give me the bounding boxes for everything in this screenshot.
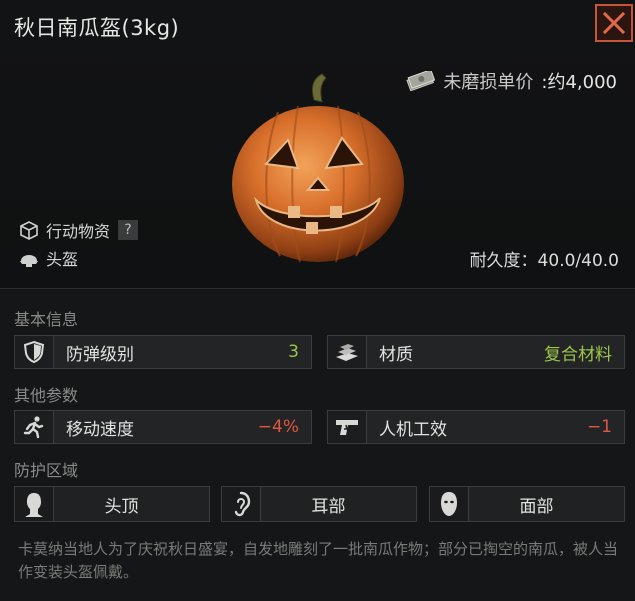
item-title: 秋日南瓜盔(3kg) bbox=[14, 16, 180, 40]
item-description: 卡莫纳当地人为了庆祝秋日盛宴，自发地雕刻了一批南瓜作物；部分已掏空的南瓜，被人当… bbox=[18, 540, 619, 581]
section-other-params: 其他参数 bbox=[14, 386, 79, 405]
stat-value: 3 bbox=[288, 342, 299, 362]
close-icon bbox=[603, 12, 625, 34]
stat-armor-class[interactable]: 防弹级别 3 bbox=[14, 335, 312, 369]
zone-name: 头顶 bbox=[104, 496, 139, 517]
stat-value: 复合材料 bbox=[544, 344, 612, 365]
stat-move-speed[interactable]: 移动速度 −4% bbox=[14, 410, 312, 444]
type-tag: 头盔 bbox=[18, 246, 78, 270]
item-detail-panel: 秋日南瓜盔(3kg) 未磨损单价 :约4,000 行动物资 ? 头盔 耐久度：4… bbox=[0, 0, 635, 601]
zone-face[interactable]: 面部 bbox=[429, 486, 625, 522]
stat-name: 材质 bbox=[379, 344, 413, 365]
section-protection-zone: 防护区域 bbox=[14, 461, 79, 480]
zone-name: 面部 bbox=[519, 496, 554, 517]
close-button[interactable] bbox=[595, 4, 633, 42]
ear-icon bbox=[234, 491, 251, 517]
section-basic-info: 基本信息 bbox=[14, 310, 79, 329]
durability-text: 耐久度：40.0/40.0 bbox=[469, 251, 619, 271]
face-icon bbox=[441, 492, 457, 516]
price-row: 未磨损单价 :约4,000 bbox=[405, 68, 617, 94]
category-tag: 行动物资 ? bbox=[18, 218, 139, 242]
help-button[interactable]: ? bbox=[118, 220, 139, 240]
stat-name: 防弹级别 bbox=[66, 344, 134, 365]
category-label: 行动物资 bbox=[46, 222, 111, 241]
zone-name: 耳部 bbox=[311, 496, 346, 517]
stat-material[interactable]: 材质 复合材料 bbox=[327, 335, 625, 369]
zone-head-top[interactable]: 头顶 bbox=[14, 486, 210, 522]
helmet-icon bbox=[20, 255, 38, 267]
stat-value: −4% bbox=[257, 417, 299, 437]
pumpkin-helmet-image bbox=[232, 73, 404, 263]
running-icon bbox=[23, 416, 44, 439]
shield-icon bbox=[23, 340, 45, 364]
zone-ears[interactable]: 耳部 bbox=[221, 486, 417, 522]
pistol-icon bbox=[336, 420, 358, 435]
stat-ergonomics[interactable]: 人机工效 −1 bbox=[327, 410, 625, 444]
stat-value: −1 bbox=[586, 417, 612, 437]
stat-name: 人机工效 bbox=[379, 419, 447, 440]
price-value: :约4,000 bbox=[541, 72, 617, 93]
material-icon bbox=[336, 344, 358, 361]
box-icon bbox=[20, 221, 38, 240]
type-label: 头盔 bbox=[46, 250, 79, 269]
stat-name: 移动速度 bbox=[66, 419, 134, 440]
head-top-icon bbox=[25, 493, 43, 517]
price-label: 未磨损单价 bbox=[443, 72, 534, 93]
